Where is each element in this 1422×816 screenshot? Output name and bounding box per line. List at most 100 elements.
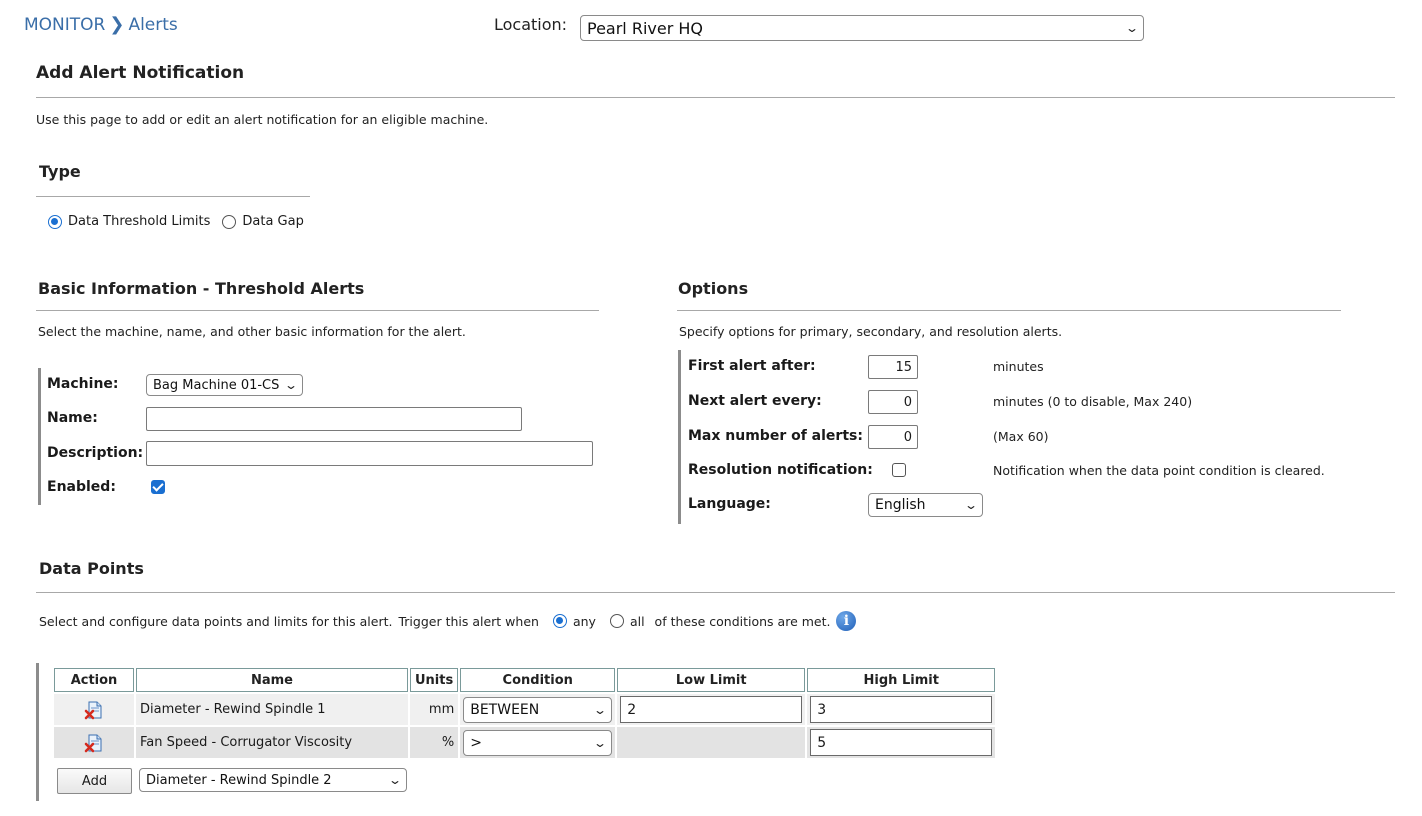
add-datapoint-button-label: Add xyxy=(81,773,108,789)
col-header-action: Action xyxy=(54,668,134,692)
resolution-note: Notification when the data point conditi… xyxy=(993,463,1325,478)
options-section-title: Options xyxy=(678,279,749,298)
low-limit-value: 2 xyxy=(627,701,637,718)
location-select-value: Pearl River HQ xyxy=(587,18,703,38)
condition-select[interactable]: > ⌄ xyxy=(463,729,613,756)
col-header-units: Units xyxy=(410,668,459,692)
enabled-checkbox[interactable] xyxy=(151,480,165,494)
condition-select[interactable]: BETWEEN ⌄ xyxy=(463,696,613,723)
description-input[interactable] xyxy=(146,441,593,466)
enabled-label: Enabled: xyxy=(47,479,116,495)
breadcrumb-current: Alerts xyxy=(128,14,178,35)
chevron-down-icon: ⌄ xyxy=(387,773,403,787)
low-limit-cell: 2 xyxy=(617,694,806,725)
datapoints-description: Select and configure data points and lim… xyxy=(39,613,393,629)
high-limit-cell: 3 xyxy=(807,694,996,725)
max-alerts-input[interactable]: 0 xyxy=(868,425,918,449)
page-description: Use this page to add or edit an alert no… xyxy=(36,112,489,127)
type-radio-datagap-label[interactable]: Data Gap xyxy=(242,214,303,229)
condition-cell: BETWEEN ⌄ xyxy=(460,694,616,725)
machine-label: Machine: xyxy=(47,376,119,392)
type-radio-datagap[interactable] xyxy=(222,214,237,229)
datapoint-units: % xyxy=(410,727,459,758)
col-header-high-limit: High Limit xyxy=(807,668,996,692)
location-label: Location: xyxy=(494,15,568,34)
high-limit-input[interactable]: 3 xyxy=(810,696,993,723)
resolution-checkbox[interactable] xyxy=(892,463,907,477)
language-select-value: English xyxy=(875,497,926,513)
type-section-title: Type xyxy=(39,162,81,181)
chevron-down-icon: ⌄ xyxy=(593,702,608,717)
section-bar xyxy=(678,350,681,524)
next-alert-value: 0 xyxy=(903,394,912,410)
divider xyxy=(677,310,1341,311)
type-radio-threshold[interactable] xyxy=(48,214,62,229)
table-row: Fan Speed - Corrugator Viscosity % > ⌄ 5 xyxy=(54,727,996,758)
high-limit-value: 3 xyxy=(817,701,827,718)
datapoint-name: Diameter - Rewind Spindle 1 xyxy=(136,694,408,725)
condition-select-value: BETWEEN xyxy=(470,701,540,718)
trigger-any-label[interactable]: any xyxy=(573,614,596,629)
first-alert-input[interactable]: 15 xyxy=(868,355,918,379)
name-input[interactable] xyxy=(146,407,522,431)
type-radio-threshold-label[interactable]: Data Threshold Limits xyxy=(68,214,210,229)
col-header-condition: Condition xyxy=(460,668,616,692)
next-alert-input[interactable]: 0 xyxy=(868,390,918,414)
high-limit-input[interactable]: 5 xyxy=(810,729,993,756)
trigger-any-radio[interactable] xyxy=(552,614,567,628)
low-limit-input[interactable]: 2 xyxy=(620,696,803,723)
page-title: Add Alert Notification xyxy=(36,63,245,83)
basic-section-description: Select the machine, name, and other basi… xyxy=(38,324,466,339)
first-alert-value: 15 xyxy=(895,359,912,375)
section-bar xyxy=(38,368,41,505)
col-header-low-limit: Low Limit xyxy=(617,668,806,692)
chevron-down-icon: ⌄ xyxy=(283,378,299,392)
action-cell xyxy=(54,727,134,758)
trigger-all-label[interactable]: all xyxy=(630,614,645,629)
add-datapoint-select-value: Diameter - Rewind Spindle 2 xyxy=(146,772,332,788)
action-cell xyxy=(54,694,134,725)
max-alerts-value: 0 xyxy=(903,429,912,445)
divider xyxy=(36,310,599,311)
description-label: Description: xyxy=(47,445,144,461)
info-icon[interactable]: i xyxy=(836,611,857,631)
options-section-description: Specify options for primary, secondary, … xyxy=(679,324,1063,339)
high-limit-cell: 5 xyxy=(807,727,996,758)
first-alert-note: minutes xyxy=(993,359,1044,374)
section-bar xyxy=(36,663,39,801)
max-alerts-label: Max number of alerts: xyxy=(688,428,863,444)
next-alert-label: Next alert every: xyxy=(688,393,822,409)
datapoint-units: mm xyxy=(410,694,459,725)
add-datapoint-select[interactable]: Diameter - Rewind Spindle 2 ⌄ xyxy=(139,768,407,792)
basic-section-title: Basic Information - Threshold Alerts xyxy=(38,279,365,298)
high-limit-value: 5 xyxy=(817,734,827,751)
trigger-all-radio[interactable] xyxy=(609,614,624,628)
table-header-row: Action Name Units Condition Low Limit Hi… xyxy=(54,668,996,692)
breadcrumb-monitor-link[interactable]: MONITOR xyxy=(24,15,105,35)
datapoint-name: Fan Speed - Corrugator Viscosity xyxy=(136,727,408,758)
location-select[interactable]: Pearl River HQ ⌄ xyxy=(580,15,1144,41)
machine-select-value: Bag Machine 01-CS xyxy=(153,377,280,393)
col-header-name: Name xyxy=(136,668,408,692)
chevron-down-icon: ⌄ xyxy=(1124,21,1140,35)
delete-document-icon[interactable] xyxy=(84,700,104,720)
low-limit-cell-empty xyxy=(617,727,806,758)
machine-select[interactable]: Bag Machine 01-CS ⌄ xyxy=(146,374,303,396)
language-select[interactable]: English ⌄ xyxy=(868,493,983,517)
divider xyxy=(36,592,1395,593)
language-label: Language: xyxy=(688,496,771,512)
name-label: Name: xyxy=(47,410,98,426)
table-row: Diameter - Rewind Spindle 1 mm BETWEEN ⌄… xyxy=(54,694,996,725)
condition-select-value: > xyxy=(470,734,482,751)
chevron-down-icon: ⌄ xyxy=(963,498,979,512)
add-datapoint-button[interactable]: Add xyxy=(57,768,132,794)
datapoints-description-row: Select and configure data points and lim… xyxy=(39,611,857,631)
delete-document-icon[interactable] xyxy=(84,733,104,753)
trigger-suffix: of these conditions are met. xyxy=(654,613,831,629)
first-alert-label: First alert after: xyxy=(688,358,816,374)
trigger-prefix: Trigger this alert when xyxy=(398,613,539,629)
type-radio-group: Data Threshold Limits Data Gap xyxy=(48,214,304,229)
resolution-label: Resolution notification: xyxy=(688,462,873,478)
chevron-right-icon: ❯ xyxy=(109,14,125,35)
datapoints-table: Action Name Units Condition Low Limit Hi… xyxy=(52,666,997,760)
